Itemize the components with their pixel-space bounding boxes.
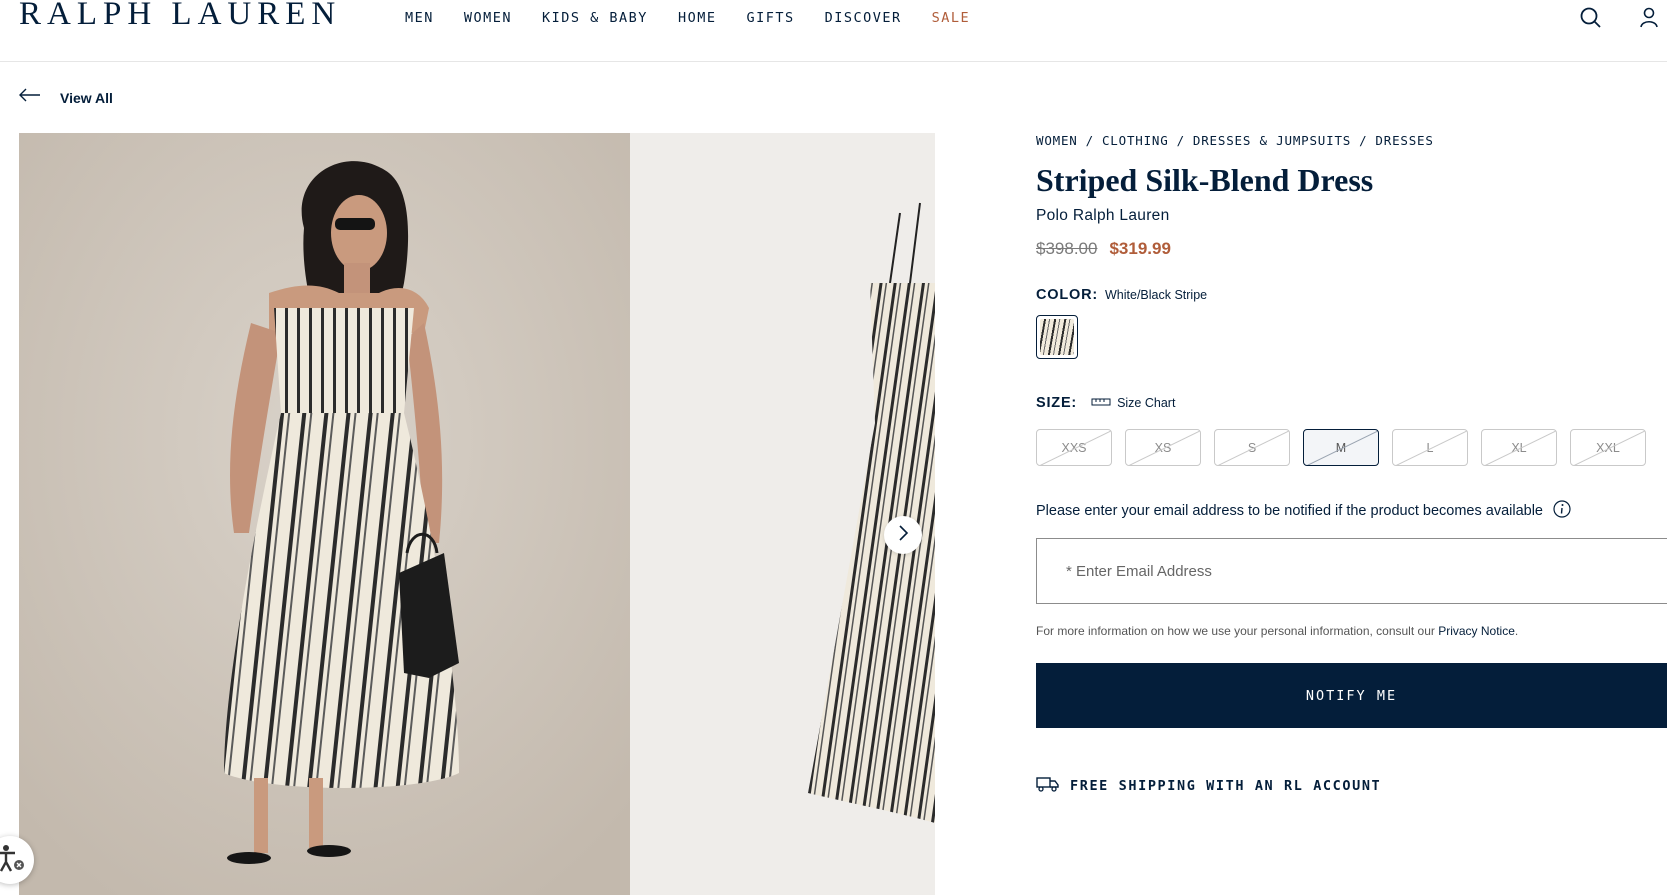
info-icon[interactable] bbox=[1553, 500, 1571, 522]
size-chart-label: Size Chart bbox=[1117, 396, 1176, 410]
price-original: $398.00 bbox=[1036, 239, 1098, 258]
account-icon[interactable] bbox=[1636, 5, 1662, 31]
size-option-xs[interactable]: XS bbox=[1125, 429, 1201, 466]
product-image-main[interactable] bbox=[19, 133, 630, 895]
product-price: $398.00 $319.99 bbox=[1036, 239, 1667, 259]
email-input[interactable] bbox=[1066, 562, 1566, 580]
breadcrumb-separator: / bbox=[1359, 133, 1368, 148]
price-sale: $319.99 bbox=[1109, 239, 1171, 258]
product-image-secondary[interactable] bbox=[630, 133, 935, 895]
size-label: SIZE: bbox=[1036, 395, 1078, 411]
chevron-right-icon bbox=[896, 524, 910, 547]
notify-text: Please enter your email address to be no… bbox=[1036, 503, 1543, 519]
main-nav: MEN WOMEN KIDS & BABY HOME GIFTS DISCOVE… bbox=[405, 10, 970, 26]
size-option-xl[interactable]: XL bbox=[1481, 429, 1557, 466]
privacy-disclaimer: For more information on how we use your … bbox=[1036, 624, 1667, 638]
size-option-xxs[interactable]: XXS bbox=[1036, 429, 1112, 466]
free-shipping-banner: FREE SHIPPING WITH AN RL ACCOUNT bbox=[1036, 776, 1667, 796]
size-option-l[interactable]: L bbox=[1392, 429, 1468, 466]
swatch-stripe-pattern bbox=[1040, 319, 1074, 355]
nav-discover[interactable]: DISCOVER bbox=[825, 10, 902, 26]
breadcrumb: WOMEN / CLOTHING / DRESSES & JUMPSUITS / DRESS… bbox=[1036, 133, 1667, 148]
breadcrumb-separator: / bbox=[1085, 133, 1094, 148]
nav-home[interactable]: HOME bbox=[678, 10, 717, 26]
view-all-link[interactable]: View All bbox=[18, 88, 113, 107]
privacy-notice-link[interactable]: Privacy Notice bbox=[1438, 624, 1515, 638]
product-title: Striped Silk-Blend Dress bbox=[1036, 162, 1374, 198]
nav-sale[interactable]: SALE bbox=[932, 10, 971, 26]
nav-men[interactable]: MEN bbox=[405, 10, 434, 26]
breadcrumb-dresses[interactable]: DRESSES bbox=[1375, 133, 1433, 148]
color-swatch-white-black-stripe[interactable] bbox=[1036, 315, 1078, 359]
size-option-xxl[interactable]: XXL bbox=[1570, 429, 1646, 466]
breadcrumb-dresses-jumpsuits[interactable]: DRESSES & JUMPSUITS bbox=[1193, 133, 1351, 148]
product-brand: Polo Ralph Lauren bbox=[1036, 207, 1170, 224]
breadcrumb-clothing[interactable]: CLOTHING bbox=[1102, 133, 1169, 148]
nav-kids-baby[interactable]: KIDS & BABY bbox=[542, 10, 648, 26]
nav-gifts[interactable]: GIFTS bbox=[746, 10, 794, 26]
accessibility-icon bbox=[0, 841, 27, 880]
size-option-s[interactable]: S bbox=[1214, 429, 1290, 466]
size-options: XXS XS S M L XL XXL bbox=[1036, 429, 1667, 466]
privacy-text: For more information on how we use your … bbox=[1036, 624, 1435, 638]
notify-instructions: Please enter your email address to be no… bbox=[1036, 500, 1667, 522]
ruler-icon bbox=[1091, 396, 1111, 410]
arrow-left-icon bbox=[18, 88, 42, 107]
ralph-lauren-logo[interactable]: RALPH LAUREN bbox=[19, 0, 341, 33]
size-row: SIZE: Size Chart bbox=[1036, 395, 1667, 411]
search-icon[interactable] bbox=[1578, 5, 1604, 31]
site-header: RALPH LAUREN MEN WOMEN KIDS & BABY HOME … bbox=[0, 0, 1667, 62]
gallery-next-button[interactable] bbox=[884, 516, 922, 554]
size-option-m[interactable]: M bbox=[1303, 429, 1379, 466]
shipping-text: FREE SHIPPING WITH AN RL ACCOUNT bbox=[1070, 778, 1382, 794]
color-value: White/Black Stripe bbox=[1105, 288, 1208, 302]
color-label: COLOR: bbox=[1036, 287, 1098, 303]
breadcrumb-separator: / bbox=[1176, 133, 1185, 148]
size-chart-link[interactable]: Size Chart bbox=[1091, 396, 1175, 410]
view-all-label: View All bbox=[60, 89, 113, 106]
nav-women[interactable]: WOMEN bbox=[464, 10, 512, 26]
truck-icon bbox=[1036, 776, 1060, 796]
breadcrumb-women[interactable]: WOMEN bbox=[1036, 133, 1078, 148]
notify-me-button[interactable]: NOTIFY ME bbox=[1036, 663, 1667, 728]
color-row: COLOR: White/Black Stripe bbox=[1036, 287, 1667, 303]
email-field-wrapper bbox=[1036, 538, 1667, 604]
privacy-end: . bbox=[1514, 624, 1519, 638]
product-info: WOMEN / CLOTHING / DRESSES & JUMPSUITS / DRESS… bbox=[1036, 133, 1667, 796]
